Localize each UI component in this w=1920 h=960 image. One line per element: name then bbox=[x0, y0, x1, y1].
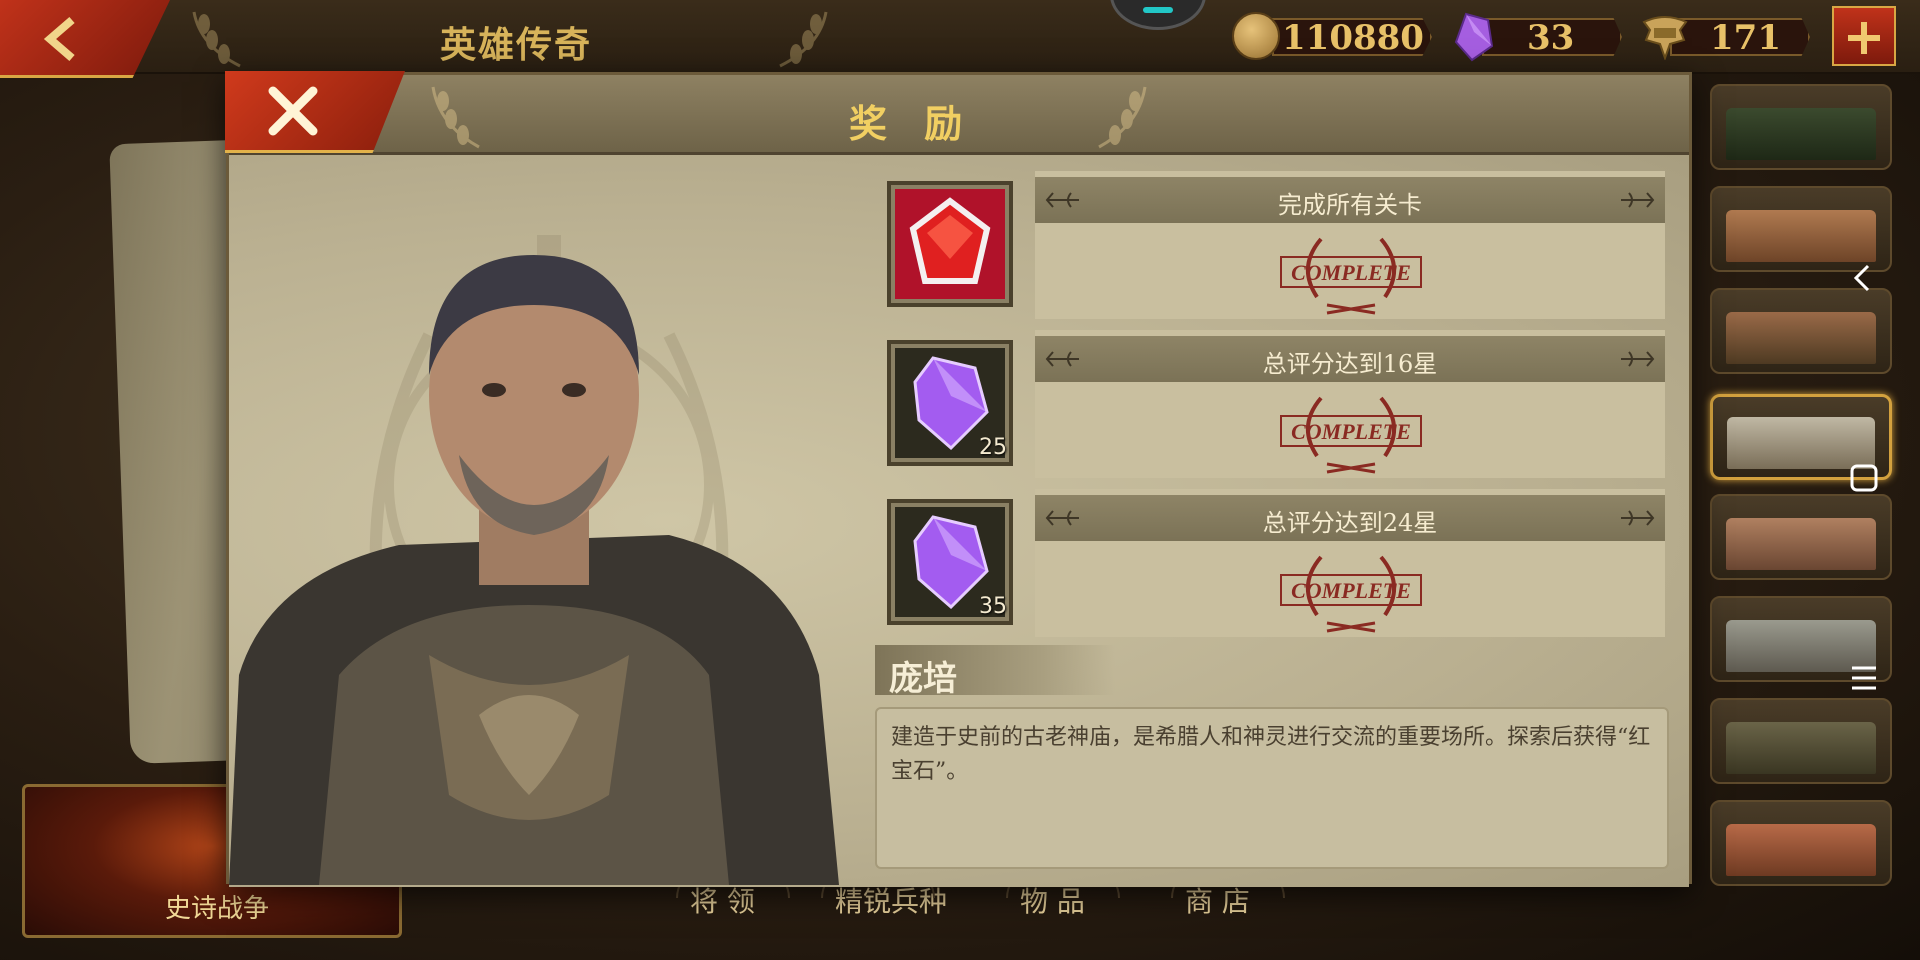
gem-value: 33 bbox=[1527, 18, 1575, 58]
reward-modal: 奖 励 完成所有关卡 COMPLETE 25 总评分达到16星 COMPLETE… bbox=[225, 71, 1692, 887]
reward-banner: 总评分达到16星 bbox=[1035, 336, 1665, 382]
reward-label: 完成所有关卡 bbox=[1278, 191, 1422, 219]
gem-counter[interactable]: 33 bbox=[1452, 12, 1622, 62]
system-back-icon[interactable] bbox=[1846, 260, 1882, 296]
bottom-nav: 将 领 精锐兵种 物 品 商 店 bbox=[640, 866, 1300, 940]
epic-war-label: 史诗战争 bbox=[165, 894, 270, 924]
back-arrow-icon bbox=[43, 16, 75, 62]
reward-row: 完成所有关卡 COMPLETE bbox=[875, 171, 1675, 328]
reward-list: 完成所有关卡 COMPLETE 25 总评分达到16星 COMPLETE 35 … bbox=[875, 171, 1675, 648]
stamp-text: COMPLETE bbox=[1291, 578, 1411, 603]
laurel-icon bbox=[1098, 86, 1147, 149]
stamp-text: COMPLETE bbox=[1291, 419, 1411, 444]
laurel-icon bbox=[192, 11, 241, 68]
reward-banner: 完成所有关卡 bbox=[1035, 177, 1665, 223]
reward-label: 总评分达到16星 bbox=[1262, 350, 1438, 378]
gold-coin-icon bbox=[1232, 12, 1280, 60]
gold-value: 110880 bbox=[1282, 18, 1424, 58]
complete-stamp-icon: COMPLETE bbox=[1280, 396, 1422, 474]
modal-title: 奖 励 bbox=[849, 101, 975, 146]
page-title: 英雄传奇 bbox=[440, 24, 593, 66]
laurel-icon bbox=[779, 11, 828, 68]
location-canyon[interactable] bbox=[1710, 800, 1892, 886]
reward-label: 总评分达到24星 bbox=[1262, 509, 1438, 537]
system-nav bbox=[1840, 250, 1890, 710]
ornament-icon bbox=[1621, 510, 1655, 526]
ornament-icon bbox=[1621, 192, 1655, 208]
top-bar: 英雄传奇 110880 33 171 bbox=[0, 0, 1920, 78]
back-button[interactable] bbox=[0, 0, 170, 78]
reward-count: 35 bbox=[979, 594, 1007, 619]
ornament-icon bbox=[1621, 351, 1655, 367]
add-currency-button[interactable] bbox=[1832, 6, 1896, 66]
reward-item[interactable]: 25 bbox=[887, 340, 1013, 466]
location-forest[interactable] bbox=[1710, 84, 1892, 170]
reward-card: 总评分达到24星 COMPLETE bbox=[1035, 489, 1665, 637]
hero-name-plate: 庞培 bbox=[875, 645, 1115, 699]
stamp-text: COMPLETE bbox=[1291, 260, 1411, 285]
reward-item[interactable]: 35 bbox=[887, 499, 1013, 625]
complete-stamp-icon: COMPLETE bbox=[1280, 237, 1422, 315]
purple-gem-icon bbox=[1454, 12, 1494, 62]
honor-value: 171 bbox=[1710, 18, 1781, 58]
close-button[interactable] bbox=[225, 71, 405, 153]
close-icon bbox=[268, 86, 318, 136]
laurel-icon bbox=[431, 86, 480, 149]
reward-banner: 总评分达到24星 bbox=[1035, 495, 1665, 541]
system-menu-icon[interactable] bbox=[1846, 660, 1882, 696]
reward-item[interactable] bbox=[887, 181, 1013, 307]
reward-count: 25 bbox=[979, 435, 1007, 460]
reward-row: 25 总评分达到16星 COMPLETE bbox=[875, 330, 1675, 487]
honor-counter[interactable]: 171 bbox=[1640, 12, 1810, 60]
modal-header: 奖 励 bbox=[225, 71, 1689, 155]
hero-name: 庞培 bbox=[889, 659, 957, 699]
description-text: 建造于史前的古老神庙，是希腊人和神灵进行交流的重要场所。探索后获得“红宝石”。 bbox=[891, 725, 1651, 784]
reward-row: 35 总评分达到24星 COMPLETE bbox=[875, 489, 1675, 646]
ruby-icon bbox=[895, 189, 1005, 299]
reward-card: 总评分达到16星 COMPLETE bbox=[1035, 330, 1665, 478]
camera-notch bbox=[1110, 0, 1206, 30]
reward-card: 完成所有关卡 COMPLETE bbox=[1035, 171, 1665, 319]
system-home-icon[interactable] bbox=[1846, 460, 1882, 496]
hero-portrait bbox=[229, 255, 839, 885]
description-box: 建造于史前的古老神庙，是希腊人和神灵进行交流的重要场所。探索后获得“红宝石”。 bbox=[875, 707, 1669, 869]
complete-stamp-icon: COMPLETE bbox=[1280, 555, 1422, 633]
gold-counter[interactable]: 110880 bbox=[1232, 12, 1432, 60]
spqr-eagle-icon bbox=[1642, 16, 1688, 60]
location-cliffs[interactable] bbox=[1710, 698, 1892, 784]
